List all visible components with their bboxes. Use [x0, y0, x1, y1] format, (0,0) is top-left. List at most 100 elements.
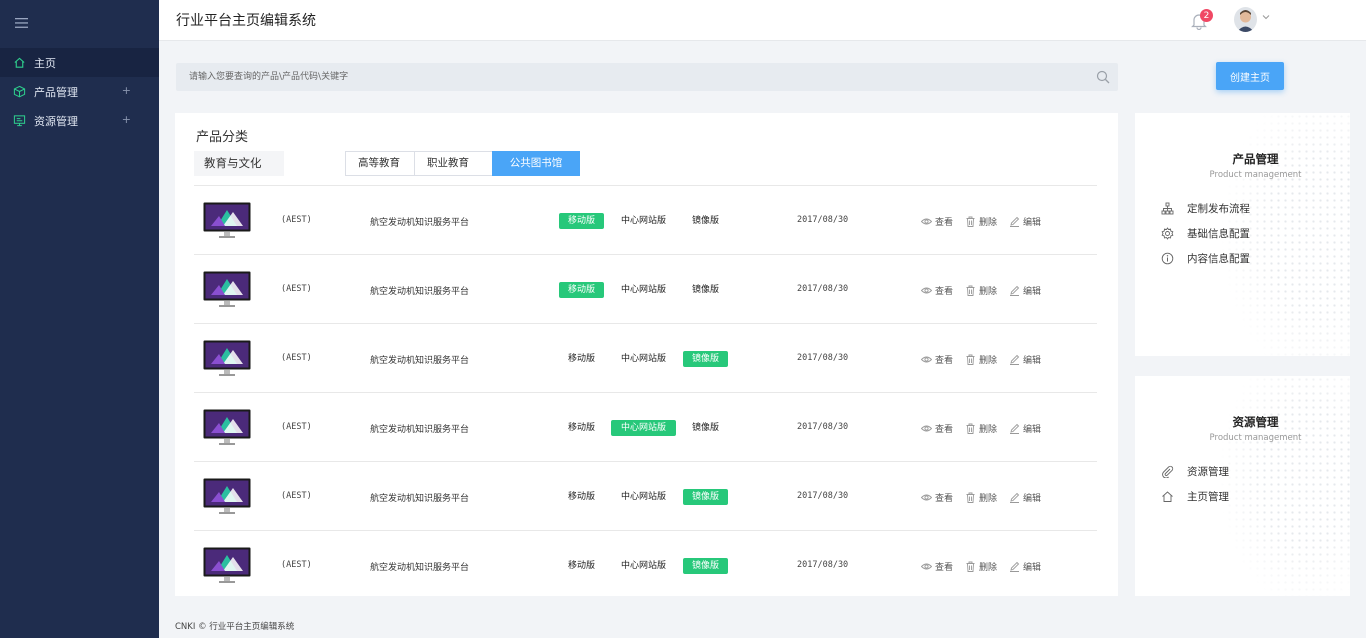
pencil-icon: [1009, 561, 1023, 572]
version-badge-mobile[interactable]: 移动版: [559, 420, 604, 436]
edit-button[interactable]: 编辑: [1009, 353, 1041, 366]
version-badge-mirror[interactable]: 镜像版: [683, 351, 728, 367]
trash-icon: [965, 354, 979, 365]
menu-toggle[interactable]: [0, 0, 159, 46]
panel-subtitle: Product management: [1209, 170, 1302, 180]
product-code: (AEST): [281, 215, 312, 225]
version-badge-mobile[interactable]: 移动版: [559, 351, 604, 367]
delete-button[interactable]: 删除: [965, 560, 997, 573]
category-tabs: 高等教育 职业教育 公共图书馆: [345, 151, 580, 176]
eye-icon: [921, 216, 935, 227]
version-badge-mobile[interactable]: 移动版: [559, 282, 604, 298]
version-badge-center[interactable]: 中心网站版: [611, 489, 676, 505]
pencil-icon: [1009, 423, 1023, 434]
menu-item-resource-management[interactable]: 资源管理: [1161, 464, 1229, 479]
product-name[interactable]: 航空发动机知识服务平台: [370, 284, 469, 297]
expand-icon[interactable]: +: [122, 113, 131, 126]
tab-vocational-education[interactable]: 职业教育: [414, 151, 493, 176]
product-date: 2017/08/30: [797, 353, 849, 363]
product-date: 2017/08/30: [797, 284, 849, 294]
search-bar: [176, 63, 1118, 91]
tab-public-library[interactable]: 公共图书馆: [492, 151, 580, 176]
edit-button[interactable]: 编辑: [1009, 215, 1041, 228]
delete-button[interactable]: 删除: [965, 422, 997, 435]
menu-item-basic-config[interactable]: 基础信息配置: [1161, 226, 1250, 241]
product-code: (AEST): [281, 491, 312, 501]
hamburger-icon[interactable]: [15, 17, 28, 29]
version-badge-mirror[interactable]: 镜像版: [683, 213, 728, 229]
product-name[interactable]: 航空发动机知识服务平台: [370, 422, 469, 435]
menu-item-label: 基础信息配置: [1187, 228, 1250, 240]
action-label: 编辑: [1023, 287, 1042, 297]
product-thumbnail[interactable]: [203, 409, 251, 447]
product-date: 2017/08/30: [797, 491, 849, 501]
chevron-down-icon[interactable]: [1262, 14, 1270, 20]
delete-button[interactable]: 删除: [965, 284, 997, 297]
product-thumbnail[interactable]: [203, 271, 251, 309]
search-input[interactable]: [176, 63, 1056, 91]
panel-title: 产品分类: [196, 130, 249, 145]
view-button[interactable]: 查看: [921, 560, 953, 573]
action-label: 删除: [979, 287, 998, 297]
version-badge-center[interactable]: 中心网站版: [611, 351, 676, 367]
view-button[interactable]: 查看: [921, 491, 953, 504]
tab-higher-education[interactable]: 高等教育: [345, 151, 415, 176]
menu-item-publish-flow[interactable]: 定制发布流程: [1161, 201, 1250, 216]
product-thumbnail[interactable]: [203, 202, 251, 240]
view-button[interactable]: 查看: [921, 215, 953, 228]
product-name[interactable]: 航空发动机知识服务平台: [370, 215, 469, 228]
notification-badge: 2: [1200, 9, 1213, 22]
product-date: 2017/08/30: [797, 422, 849, 432]
delete-button[interactable]: 删除: [965, 215, 997, 228]
view-button[interactable]: 查看: [921, 353, 953, 366]
product-name[interactable]: 航空发动机知识服务平台: [370, 560, 469, 573]
action-label: 编辑: [1023, 494, 1042, 504]
menu-item-homepage-management[interactable]: 主页管理: [1161, 489, 1229, 504]
edit-button[interactable]: 编辑: [1009, 284, 1041, 297]
version-badge-center[interactable]: 中心网站版: [611, 213, 676, 229]
product-name[interactable]: 航空发动机知识服务平台: [370, 491, 469, 504]
product-management-panel: 产品管理 Product management 定制发布流程 基础信息配置 内容…: [1135, 113, 1350, 356]
trash-icon: [965, 216, 979, 227]
version-badge-mirror[interactable]: 镜像版: [683, 282, 728, 298]
edit-button[interactable]: 编辑: [1009, 560, 1041, 573]
version-badge-mirror[interactable]: 镜像版: [683, 489, 728, 505]
product-thumbnail[interactable]: [203, 340, 251, 378]
version-badge-mirror[interactable]: 镜像版: [683, 420, 728, 436]
product-thumbnail[interactable]: [203, 478, 251, 516]
table-row: (AEST) 航空发动机知识服务平台 移动版 中心网站版 镜像版 2017/08…: [194, 392, 1097, 461]
version-badge-center[interactable]: 中心网站版: [611, 558, 676, 574]
product-name[interactable]: 航空发动机知识服务平台: [370, 353, 469, 366]
category-label: 教育与文化: [194, 151, 284, 176]
product-code: (AEST): [281, 560, 312, 570]
eye-icon: [921, 423, 935, 434]
eye-icon: [921, 561, 935, 572]
delete-button[interactable]: 删除: [965, 491, 997, 504]
edit-button[interactable]: 编辑: [1009, 422, 1041, 435]
sidebar: 主页 产品管理 + 资源管理 +: [0, 0, 159, 638]
version-badge-mobile[interactable]: 移动版: [559, 213, 604, 229]
search-icon[interactable]: [1096, 70, 1110, 84]
pencil-icon: [1009, 285, 1023, 296]
expand-icon[interactable]: +: [122, 84, 131, 97]
version-badge-mobile[interactable]: 移动版: [559, 489, 604, 505]
view-button[interactable]: 查看: [921, 422, 953, 435]
version-badge-center[interactable]: 中心网站版: [611, 420, 676, 436]
action-label: 删除: [979, 494, 998, 504]
menu-item-content-config[interactable]: 内容信息配置: [1161, 251, 1250, 266]
version-badge-mobile[interactable]: 移动版: [559, 558, 604, 574]
avatar[interactable]: [1234, 7, 1257, 32]
sidebar-item-resources[interactable]: 资源管理 +: [0, 106, 159, 135]
sidebar-item-products[interactable]: 产品管理 +: [0, 77, 159, 106]
create-homepage-button[interactable]: 创建主页: [1216, 62, 1284, 90]
delete-button[interactable]: 删除: [965, 353, 997, 366]
product-thumbnail[interactable]: [203, 547, 251, 585]
version-badge-center[interactable]: 中心网站版: [611, 282, 676, 298]
edit-button[interactable]: 编辑: [1009, 491, 1041, 504]
eye-icon: [921, 492, 935, 503]
trash-icon: [965, 285, 979, 296]
sidebar-item-home[interactable]: 主页: [0, 48, 159, 77]
version-badge-mirror[interactable]: 镜像版: [683, 558, 728, 574]
sidebar-item-label: 资源管理: [34, 114, 78, 128]
view-button[interactable]: 查看: [921, 284, 953, 297]
